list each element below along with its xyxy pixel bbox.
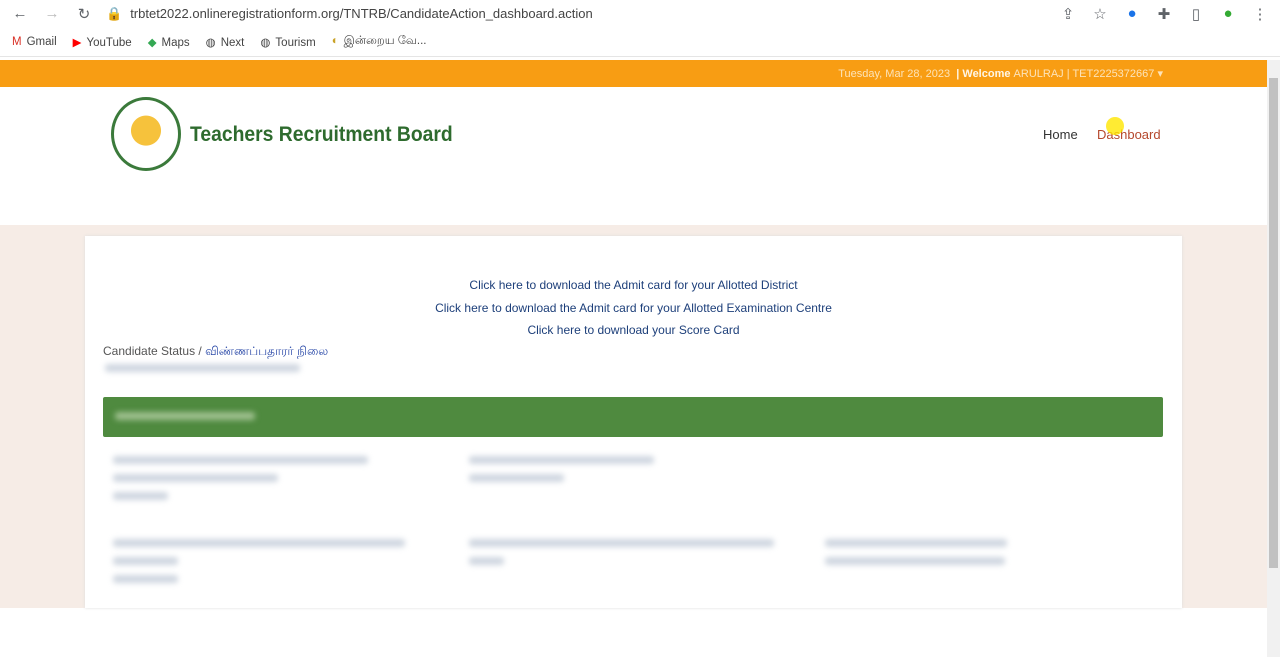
section-header-bar bbox=[103, 397, 1163, 437]
bookmark-tourism[interactable]: ◍ Tourism bbox=[260, 35, 315, 49]
blurred-text bbox=[105, 364, 300, 372]
user-menu[interactable]: ARULRAJ | TET2225372667 bbox=[1014, 68, 1155, 80]
forward-icon[interactable]: → bbox=[42, 5, 62, 22]
reload-icon[interactable]: ↻ bbox=[74, 5, 94, 23]
blurred-text bbox=[825, 539, 1007, 547]
url-text: trbtet2022.onlineregistrationform.org/TN… bbox=[130, 6, 593, 21]
status-label-tamil: விண்ணப்பதாரர் நிலை bbox=[205, 344, 329, 358]
extension-icon[interactable]: ● bbox=[1122, 5, 1142, 22]
bookmark-label: YouTube bbox=[86, 36, 132, 49]
caret-down-icon[interactable]: ▾ bbox=[1157, 67, 1163, 80]
admit-card-centre-link[interactable]: Click here to download the Admit card fo… bbox=[85, 301, 1182, 315]
welcome-label: | Welcome bbox=[956, 67, 1011, 80]
blurred-text bbox=[113, 492, 168, 500]
bookmark-label: இன்றைய வே... bbox=[343, 34, 427, 47]
bookmark-youtube[interactable]: ▶ YouTube bbox=[73, 35, 132, 49]
globe-icon: ◍ bbox=[205, 36, 216, 49]
share-icon[interactable]: ⇪ bbox=[1058, 5, 1078, 23]
blurred-text bbox=[469, 456, 654, 464]
globe-icon: ◍ bbox=[260, 36, 271, 49]
url-field[interactable]: 🔒 trbtet2022.onlineregistrationform.org/T… bbox=[106, 6, 1046, 22]
lock-icon: 🔒 bbox=[106, 5, 123, 21]
top-info-bar: Tuesday, Mar 28, 2023 | Welcome ARULRAJ … bbox=[0, 60, 1267, 87]
dashboard-card: Click here to download the Admit card fo… bbox=[85, 236, 1182, 608]
bookmark-gmail[interactable]: M Gmail bbox=[12, 36, 57, 48]
bookmark-label: Gmail bbox=[26, 35, 57, 48]
star-icon[interactable]: ☆ bbox=[1090, 5, 1110, 23]
bookmark-label: Next bbox=[220, 36, 245, 49]
maps-icon: ◆ bbox=[147, 36, 157, 49]
nav-home[interactable]: Home bbox=[1043, 127, 1078, 142]
blurred-text bbox=[825, 557, 1005, 565]
bookmarks-bar: M Gmail ▶ YouTube ◆ Maps ◍ Next ◍ Tourism ◐ இன… bbox=[0, 27, 1280, 57]
blurred-text bbox=[469, 539, 774, 547]
blurred-text bbox=[113, 575, 178, 583]
score-card-link[interactable]: Click here to download your Score Card bbox=[85, 323, 1182, 337]
blurred-text bbox=[113, 474, 278, 482]
gmail-icon: M bbox=[12, 35, 22, 48]
address-bar: ← → ↻ 🔒 trbtet2022.onlineregistrationform… bbox=[0, 0, 1280, 27]
bookmark-maps[interactable]: ◆ Maps bbox=[148, 35, 190, 49]
cursor-hand-icon bbox=[1106, 117, 1124, 135]
bookmark-site[interactable]: ◐ இன்றைய வே... bbox=[332, 35, 427, 49]
site-icon: ◐ bbox=[331, 34, 339, 47]
bookmark-label: Maps bbox=[161, 36, 190, 49]
profile-avatar[interactable]: ● bbox=[1218, 5, 1238, 22]
bookmark-label: Tourism bbox=[275, 36, 316, 49]
blurred-text bbox=[113, 539, 405, 547]
bookmark-next[interactable]: ◍ Next bbox=[206, 35, 245, 49]
site-header: Teachers Recruitment Board Home Dashboar… bbox=[0, 87, 1267, 225]
candidate-status-heading: Candidate Status / விண்ணப்பதாரர் நிலை bbox=[103, 344, 328, 360]
tn-emblem-logo bbox=[111, 97, 181, 171]
status-label: Candidate Status / bbox=[103, 344, 202, 358]
sidepanel-icon[interactable]: ▯ bbox=[1186, 5, 1206, 23]
blurred-text bbox=[115, 412, 255, 420]
date-text: Tuesday, Mar 28, 2023 bbox=[838, 67, 951, 80]
blurred-text bbox=[113, 557, 178, 565]
blurred-text bbox=[469, 557, 504, 565]
scrollbar-thumb[interactable] bbox=[1269, 78, 1278, 568]
puzzle-icon[interactable]: ✚ bbox=[1154, 5, 1174, 23]
blurred-text bbox=[469, 474, 564, 482]
menu-icon[interactable]: ⋮ bbox=[1250, 5, 1270, 23]
blurred-text bbox=[113, 456, 368, 464]
main-content: Click here to download the Admit card fo… bbox=[0, 225, 1267, 608]
site-title: Teachers Recruitment Board bbox=[190, 123, 453, 146]
youtube-icon: ▶ bbox=[72, 36, 82, 49]
back-icon[interactable]: ← bbox=[10, 5, 30, 22]
page-scrollbar[interactable] bbox=[1267, 60, 1280, 657]
admit-card-district-link[interactable]: Click here to download the Admit card fo… bbox=[85, 278, 1182, 292]
